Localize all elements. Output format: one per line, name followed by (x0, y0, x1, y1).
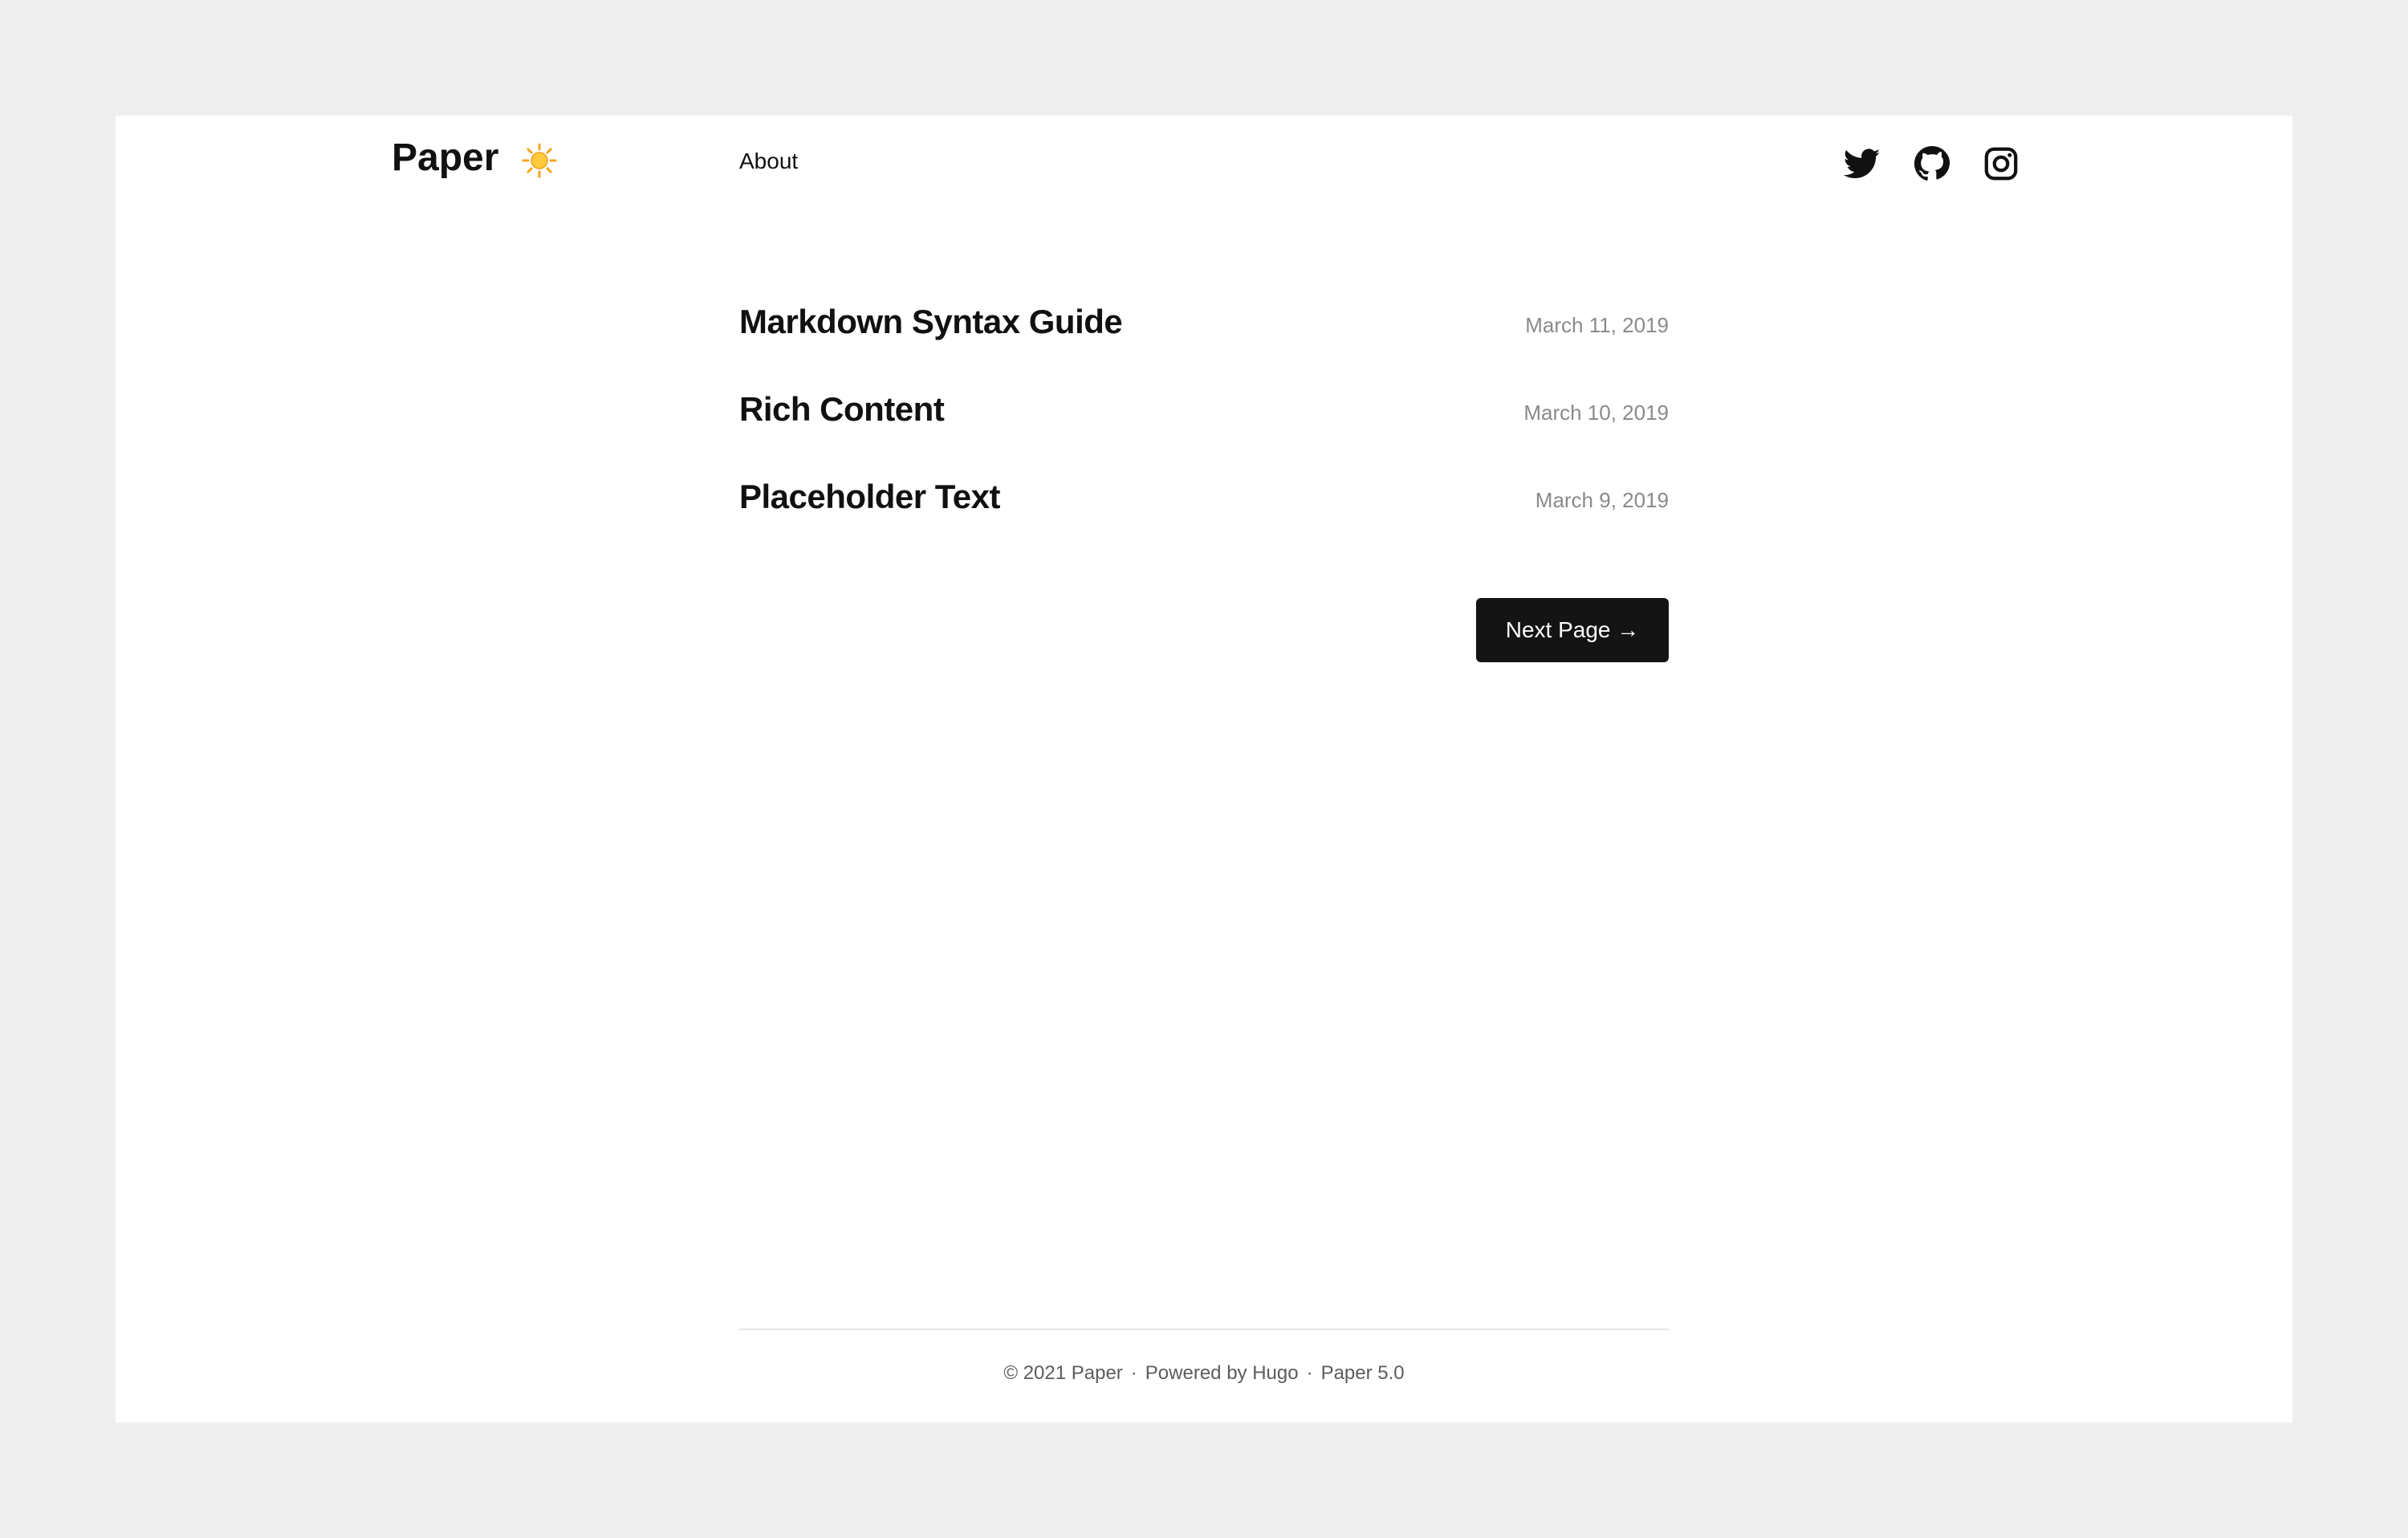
footer-separator: · (1306, 1362, 1313, 1384)
footer-separator: · (1130, 1362, 1137, 1384)
post-date: March 11, 2019 (1525, 313, 1669, 337)
sun-icon[interactable] (522, 143, 557, 178)
nav-link-about[interactable]: About (739, 148, 798, 175)
post-date: March 9, 2019 (1535, 488, 1669, 512)
post-title-link[interactable]: Markdown Syntax Guide (739, 302, 1123, 342)
site-footer: © 2021 Paper · Powered by Hugo · Paper 5.0 (739, 1362, 1669, 1385)
post-item: Rich Content March 10, 2019 (739, 389, 1669, 437)
next-page-button[interactable]: Next Page → (1476, 598, 1669, 662)
post-title-link[interactable]: Rich Content (739, 389, 945, 429)
post-item: Markdown Syntax Guide March 11, 2019 (739, 302, 1669, 350)
site-header: Paper About (116, 116, 2292, 212)
footer-copyright: © 2021 Paper (1003, 1362, 1123, 1384)
twitter-icon[interactable] (1844, 145, 1881, 182)
footer-divider (739, 1328, 1669, 1330)
footer-theme-link[interactable]: Paper 5.0 (1321, 1362, 1405, 1384)
post-title-link[interactable]: Placeholder Text (739, 477, 1001, 517)
page-frame: Paper About Markdown Syntax Guide March … (116, 116, 2292, 1422)
instagram-icon[interactable] (1983, 145, 2020, 182)
github-icon[interactable] (1914, 145, 1950, 182)
post-item: Placeholder Text March 9, 2019 (739, 477, 1669, 525)
post-date: March 10, 2019 (1523, 401, 1669, 425)
footer-hugo-link[interactable]: Powered by Hugo (1145, 1362, 1299, 1384)
site-logo-link[interactable]: Paper (392, 135, 498, 181)
